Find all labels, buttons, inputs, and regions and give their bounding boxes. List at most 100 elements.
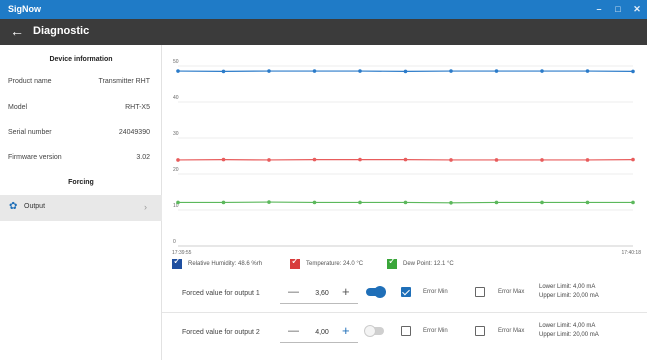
data-point: [631, 69, 635, 74]
minimize-button[interactable]: –: [591, 2, 607, 16]
data-point: [540, 200, 544, 205]
legend-checkbox[interactable]: ✓: [172, 256, 182, 269]
data-point: [540, 69, 544, 73]
data-point: [449, 69, 453, 73]
data-point: [631, 157, 635, 162]
maximize-button[interactable]: □: [610, 2, 626, 16]
y-tick-label: 30: [173, 131, 179, 137]
forced-value[interactable]: 3,60: [312, 290, 332, 297]
data-point: [494, 158, 499, 162]
data-point: [585, 158, 590, 162]
y-tick-label: 20: [173, 167, 179, 173]
data-point: [540, 158, 544, 162]
info-value: Transmitter RHT: [98, 78, 150, 85]
output-1-enable-toggle[interactable]: [366, 286, 386, 298]
page-header: ← Diagnostic: [0, 19, 647, 45]
info-label: Product name: [8, 78, 52, 85]
output-2-enable-toggle[interactable]: [364, 325, 384, 337]
forced-value-label: Forced value for output 2: [182, 329, 260, 336]
legend-label: Relative Humidity: 48.6 %rh: [188, 261, 263, 267]
info-row-serial-number: Serial number 24049390: [0, 126, 162, 140]
data-point: [221, 157, 226, 162]
decrement-button[interactable]: —: [288, 286, 299, 298]
window-titlebar: SigNow – □ ✕: [0, 0, 647, 19]
line-chart: 0102030405017:39:55 17:40:18: [172, 59, 642, 256]
legend-checkbox[interactable]: ✓: [387, 256, 397, 269]
data-point: [585, 200, 590, 205]
data-point: [449, 201, 453, 205]
forced-output-row-2: Forced value for output 2 — 4,00 + Error…: [162, 313, 647, 351]
device-info-heading: Device information: [49, 56, 113, 63]
data-point: [494, 69, 499, 73]
error-max-label: Error Max: [498, 289, 525, 295]
info-row-firmware-version: Firmware version 3.02: [0, 151, 162, 165]
x-tick-label: 17:40:18: [622, 250, 642, 256]
gear-icon: ✿: [9, 201, 18, 212]
data-point: [312, 200, 317, 205]
error-max-checkbox[interactable]: [475, 287, 485, 297]
page-title: Diagnostic: [33, 25, 90, 37]
legend-checkbox[interactable]: ✓: [290, 256, 300, 269]
data-point: [358, 157, 362, 162]
error-min-label: Error Min: [423, 289, 448, 295]
upper-limit-text: Upper Limit: 20,00 mA: [539, 293, 599, 299]
data-point: [585, 69, 590, 73]
decrement-button[interactable]: —: [288, 325, 299, 337]
data-point: [631, 200, 635, 205]
forced-value-label: Forced value for output 1: [182, 290, 260, 297]
output-1-limits: Lower Limit: 4,00 mA Upper Limit: 20,00 …: [539, 283, 599, 301]
y-tick-label: 50: [173, 59, 179, 65]
data-point: [494, 200, 499, 205]
data-point: [312, 69, 317, 73]
error-min-checkbox[interactable]: [401, 326, 411, 336]
data-point: [403, 157, 408, 162]
info-label: Firmware version: [8, 154, 62, 161]
upper-limit-text: Upper Limit: 20,00 mA: [539, 332, 599, 338]
forced-value[interactable]: 4,00: [312, 329, 332, 336]
data-point: [267, 158, 271, 162]
error-max-label: Error Max: [498, 328, 525, 334]
data-point: [221, 69, 226, 74]
output-2-limits: Lower Limit: 4,00 mA Upper Limit: 20,00 …: [539, 322, 599, 340]
forced-output-row-1: Forced value for output 1 — 3,60 + Error…: [162, 274, 647, 312]
info-value: 3.02: [136, 154, 150, 161]
data-point: [221, 200, 226, 205]
y-tick-label: 0: [173, 239, 176, 245]
data-point: [403, 200, 408, 205]
lower-limit-text: Lower Limit: 4,00 mA: [539, 323, 596, 329]
back-arrow-icon[interactable]: ←: [10, 24, 24, 38]
info-value: 24049390: [118, 129, 150, 136]
sidebar-item-output[interactable]: ✿ Output ›: [0, 195, 162, 221]
info-label: Model: [8, 104, 28, 111]
output-1-stepper[interactable]: — 3,60 +: [280, 282, 358, 304]
error-min-label: Error Min: [423, 328, 448, 334]
data-point: [403, 69, 408, 74]
forcing-heading: Forcing: [68, 179, 94, 186]
sidebar: Device information Product name Transmit…: [0, 45, 162, 360]
info-row-model: Model RHT-X5: [0, 101, 162, 115]
data-point: [449, 158, 453, 162]
data-point: [176, 158, 180, 162]
sidebar-item-label: Output: [24, 203, 46, 210]
increment-button[interactable]: +: [342, 323, 350, 338]
data-point: [267, 200, 271, 204]
error-max-checkbox[interactable]: [475, 326, 485, 336]
close-button[interactable]: ✕: [629, 2, 645, 16]
legend-label: Temperature: 24.0 °C: [306, 261, 364, 267]
data-point: [267, 69, 271, 73]
data-point: [176, 69, 180, 73]
lower-limit-text: Lower Limit: 4,00 mA: [539, 284, 596, 290]
error-min-checkbox[interactable]: [401, 287, 411, 297]
info-label: Serial number: [8, 129, 52, 136]
increment-button[interactable]: +: [342, 284, 350, 299]
data-point: [358, 200, 362, 205]
chevron-right-icon: ›: [144, 202, 147, 212]
data-point: [312, 157, 317, 162]
app-title: SigNow: [8, 4, 41, 14]
info-value: RHT-X5: [125, 104, 150, 111]
info-row-product-name: Product name Transmitter RHT: [0, 75, 162, 89]
data-point: [358, 69, 362, 73]
data-point: [176, 200, 180, 205]
output-2-stepper[interactable]: — 4,00 +: [280, 321, 358, 343]
legend-label: Dew Point: 12.1 °C: [403, 261, 454, 267]
